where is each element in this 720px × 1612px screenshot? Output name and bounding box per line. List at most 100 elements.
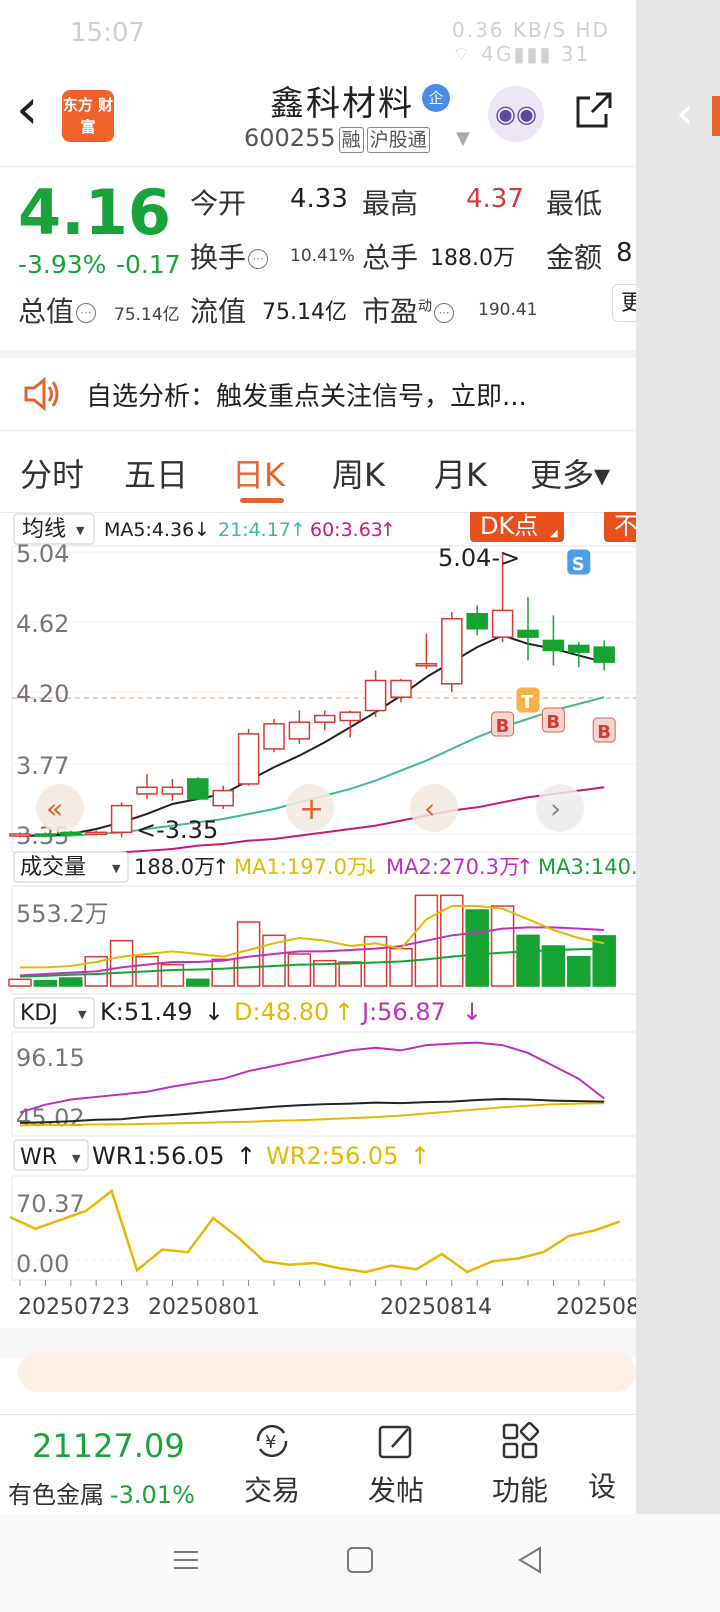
arrow-up-icon: ↑ [410,1142,430,1170]
tab-more[interactable]: 更多▾ [530,450,610,496]
more-quote-button[interactable]: 更 [612,284,636,322]
tab-intraday[interactable]: 分时 [20,450,84,496]
divider [0,350,636,358]
signal-label: B [597,722,611,743]
yen-exchange-icon: ¥ [256,1424,288,1458]
index-value[interactable]: 21127.09 [32,1427,185,1465]
arrow-down-icon: ↓ [462,998,482,1026]
quote-panel: 4.16 -3.93% -0.17 今开 4.33 最高 4.37 最低 换手 ⋯… [0,168,636,350]
high-annotation: 5.04-> [438,544,520,572]
ma-select-label: 均线 [22,517,66,542]
arrow-up-icon: ↑ [516,855,534,879]
candle-body [9,833,31,837]
period-tabs: 分时 五日 日K 周K 月K 更多▾ [0,432,636,513]
candle-body [314,714,336,723]
signal-label: T [521,692,534,713]
x-tick-label: 20250814 [380,1295,492,1320]
tab-five-day[interactable]: 五日 [124,450,188,496]
candle-body [517,629,539,638]
candle-body [441,617,463,685]
change-percent: -3.93% [18,250,107,279]
tag-margin: 融 [338,127,364,153]
vma3-value: MA3:140.6 [538,855,636,879]
ma5-value: MA5:4.36 [104,519,194,541]
volume-bar [8,978,32,987]
stock-code-line[interactable]: 600255 融沪股通 [244,124,430,153]
index-name-line[interactable]: 有色金属 -3.01% [8,1475,195,1510]
arrow-up-icon: ↑ [236,1142,256,1170]
open-label: 今开 [190,187,247,220]
system-nav-bar [0,1514,720,1612]
share-icon[interactable] [574,90,614,130]
settings-button[interactable]: 设 [588,1419,636,1505]
ma21-value: 21:4.17 [218,519,291,541]
chevron-left-icon[interactable]: ‹ [676,88,694,139]
app-logo[interactable]: 东方 财富 [62,90,114,142]
tab-daily-k[interactable]: 日K [232,450,285,496]
status-indicators: 0.36 KB/S HD ⌔ 4G▮▮▮ 31 [452,18,610,66]
wr-select-label: WR [20,1145,57,1170]
volume-bar [186,978,210,987]
hidden-eye-icon[interactable]: ⋯ [434,303,455,323]
arrow-down-icon: ↓ [194,519,210,541]
functions-button[interactable]: 功能 [470,1419,570,1509]
arrow-down-icon: ↓ [204,998,224,1026]
side-panel [636,0,720,1612]
chevron-right-icon: › [550,792,561,825]
double-chevron-left-icon: « [46,792,63,825]
promo-strip[interactable] [18,1352,636,1392]
speaker-icon [24,376,59,412]
code-caret-icon[interactable]: ▼ [456,128,470,149]
volume-bar [516,934,540,987]
x-tick-label: 202508 [556,1295,636,1320]
post-button[interactable]: 发帖 [346,1419,446,1509]
open-value: 4.33 [290,184,348,214]
volume-max-tick: 553.2万 [16,900,109,928]
home-icon[interactable] [344,1544,376,1576]
stock-name: 鑫科材料 [270,84,414,124]
float-value: 75.14亿 [262,300,347,325]
volume-bar [236,921,261,987]
candle-body [34,833,57,837]
back-nav-icon[interactable] [514,1544,546,1576]
candle-body [60,831,82,836]
high-label: 最高 [362,187,419,220]
plus-icon: + [299,792,324,827]
active-tab-underline [240,498,284,503]
analysis-banner[interactable]: 自选分析：触发重点关注信号，立即... [0,358,636,431]
price-tick-label: 5.04 [16,540,69,568]
assistant-avatar-icon[interactable]: ◉◉ [488,86,544,142]
kline-chart[interactable]: 均线 ▼ MA5:4.36 ↓ 21:4.17 ↑ 60:3.63 ↑ DK点 … [0,512,636,1414]
chevron-down-icon: ▼ [76,524,85,537]
arrow-up-icon: ↑ [334,998,354,1026]
candle-body [339,711,361,722]
volume-bar [160,963,185,987]
back-icon[interactable]: ‹ [16,80,38,140]
turnover-label: 换手 ⋯ [190,236,269,276]
volume-bar [490,905,515,987]
svg-text:¥: ¥ [265,1432,276,1453]
volume-bar [541,945,566,987]
bottom-bar: 21127.09 有色金属 -3.01% ¥ 交易 发帖 功能 设 [0,1414,636,1515]
hidden-eye-icon[interactable]: ⋯ [76,303,97,323]
candle-body [161,786,184,795]
app-screen: 15:07 0.36 KB/S HD ⌔ 4G▮▮▮ 31 ‹ 东方 财富 鑫科… [0,0,636,1612]
x-tick-label: 20250723 [18,1295,130,1320]
mktcap-label: 总值 ⋯ [18,290,97,330]
volume-bar [567,955,591,987]
vma2-value: MA2:270.3万 [386,855,520,879]
arrow-up-icon: ↑ [290,519,306,541]
trade-button[interactable]: ¥ 交易 [222,1419,322,1509]
chevron-down-icon: ▼ [112,862,121,875]
chevron-down-icon: ▼ [72,1152,81,1165]
menu-icon[interactable] [170,1544,202,1576]
tab-monthly-k[interactable]: 月K [434,450,487,496]
signal-label: B [546,712,560,733]
volume-value: 188.0万 [134,855,215,879]
grid-icon [502,1421,540,1459]
hidden-eye-icon[interactable]: ⋯ [248,249,269,269]
tab-weekly-k[interactable]: 周K [332,450,385,496]
candle-body [85,831,107,836]
high-value: 4.37 [466,184,524,214]
pe-value: 190.41 [478,300,538,320]
